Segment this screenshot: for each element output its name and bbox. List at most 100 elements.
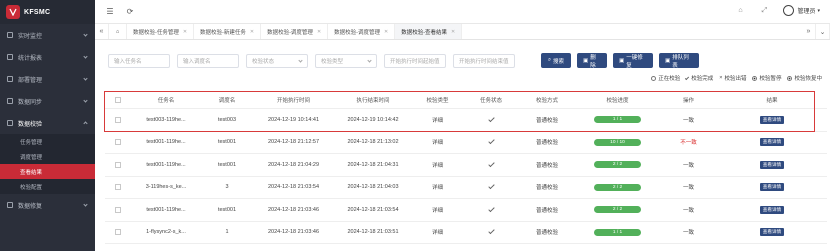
task-name-cell: 3-119hes-s_ke...	[145, 184, 187, 191]
user-menu[interactable]: 管理员 ▾	[783, 5, 820, 16]
table-row[interactable]: test001-119he... test001 2024-12-18 21:1…	[105, 132, 827, 154]
check-type-cell: 详细	[431, 230, 443, 237]
task-name-cell: test001-119he...	[146, 161, 186, 168]
close-icon[interactable]: ✕	[183, 29, 187, 35]
task-status-cell	[463, 138, 519, 146]
tab-task-manage[interactable]: 数据校验-任务管理 ✕	[127, 24, 195, 39]
task-status-cell	[463, 205, 519, 214]
fullscreen-icon[interactable]: ⤢	[759, 6, 769, 16]
repair-all-button[interactable]: ▣ 一键修复	[613, 53, 653, 69]
tag-icon[interactable]: ⌂	[735, 6, 745, 16]
view-details-button[interactable]: 查看详情	[759, 138, 785, 147]
checkbox-box	[115, 97, 121, 103]
view-details-button[interactable]: 查看详情	[759, 183, 785, 192]
sidebar-item-deploy[interactable]: 部署管理	[0, 68, 95, 90]
start-time-cell: 2024-12-18 21:03:54	[267, 184, 320, 191]
check-icon	[487, 183, 495, 190]
close-icon[interactable]: ✕	[317, 29, 321, 35]
sync-icon	[7, 98, 13, 104]
table-row[interactable]: test003-119he... test003 2024-12-19 10:1…	[105, 109, 827, 132]
legend-item: × 校验出错	[719, 74, 746, 82]
operation-cell: 一致	[682, 185, 694, 192]
start-time-cell: 2024-12-19 10:14:41	[267, 116, 320, 123]
end-time-cell: 2024-12-18 21:04:31	[347, 161, 399, 168]
tabs-scroll-right-icon[interactable]: »	[802, 24, 816, 39]
column-header: 任务状态	[479, 98, 502, 104]
tab-results[interactable]: 数据校验-查看结果 ✕	[395, 24, 463, 39]
operation-cell: 一致	[682, 207, 694, 214]
home-icon[interactable]: ⌂	[109, 24, 127, 39]
sidebar-subitem-schedule[interactable]: 调度管理	[0, 149, 95, 164]
row-checkbox[interactable]	[105, 161, 131, 168]
tab-schedule-1[interactable]: 数据校验-调度管理 ✕	[261, 24, 329, 39]
list-icon: ▣	[665, 57, 671, 64]
start-time-to-input[interactable]: 开始执行时间结束值	[453, 54, 515, 68]
result-cell: 查看详情	[717, 160, 827, 169]
checkbox-box	[115, 229, 121, 236]
sidebar-item-verify[interactable]: 数据校验	[0, 112, 95, 134]
sidebar-item-reports[interactable]: 统计报表	[0, 46, 95, 68]
sidebar-item-label: 数据同步	[18, 99, 43, 106]
legend-item: 校验恢复中	[787, 74, 822, 82]
view-details-button[interactable]: 查看详情	[759, 160, 785, 169]
results-table: 任务名 调度名 开始执行时间 执行结束时间 校验类型 任务状态 校验方式 校验进…	[105, 92, 827, 244]
sidebar-item-label: 部署管理	[18, 77, 43, 84]
tabs-scroll-left-icon[interactable]: «	[95, 24, 109, 39]
sidebar-subitem-results[interactable]: 查看结果	[0, 164, 95, 179]
select-all-checkbox[interactable]	[105, 97, 131, 103]
schedule-name-cell: test001	[217, 161, 237, 168]
table-row[interactable]: 3-119hes-s_ke... 3 2024-12-18 21:03:54 2…	[105, 177, 827, 199]
sidebar-subitem-tasks[interactable]: 任务管理	[0, 134, 95, 149]
check-type-select[interactable]: 校验类型	[315, 54, 377, 68]
tab-label: 数据校验-查看结果	[401, 29, 448, 36]
chevron-down-icon	[83, 54, 88, 59]
task-name-input[interactable]: 输入任务名	[108, 54, 170, 68]
column-header: 任务名	[157, 98, 175, 104]
search-button[interactable]: ⌕ 搜索	[541, 53, 571, 68]
tab-new-task[interactable]: 数据校验-新建任务 ✕	[194, 24, 262, 39]
progress-cell: 1 / 1	[575, 228, 660, 236]
start-time-cell: 2024-12-18 21:03:46	[267, 229, 320, 236]
end-time-cell: 2024-12-18 21:03:54	[347, 206, 399, 213]
row-checkbox[interactable]	[105, 116, 131, 123]
sidebar-item-repair[interactable]: 数据修复	[0, 194, 95, 216]
sidebar-item-label: 数据校验	[18, 121, 43, 128]
chevron-down-icon	[83, 76, 88, 81]
check-icon	[487, 228, 495, 235]
refresh-icon[interactable]: ⟳	[125, 7, 135, 17]
table-row[interactable]: test001-119he... test001 2024-12-18 21:0…	[105, 154, 827, 177]
sidebar-item-monitor[interactable]: 实时监控	[0, 24, 95, 46]
table-row[interactable]: test001-119he... test001 2024-12-18 21:0…	[105, 199, 827, 222]
queue-list-button[interactable]: ▣ 排队列表	[659, 53, 699, 69]
start-time-from-input[interactable]: 开始执行时间起始值	[384, 54, 446, 68]
check-status-select[interactable]: 校验状态	[246, 54, 308, 68]
view-details-button[interactable]: 查看详情	[759, 115, 785, 124]
menu-icon[interactable]: ☰	[105, 7, 115, 17]
chevron-down-icon	[83, 32, 88, 37]
sidebar-item-sync[interactable]: 数据同步	[0, 90, 95, 112]
close-icon[interactable]: ✕	[384, 29, 388, 35]
close-icon[interactable]: ✕	[451, 29, 455, 35]
view-details-button[interactable]: 查看详情	[759, 205, 785, 214]
row-checkbox[interactable]	[105, 229, 131, 236]
close-icon[interactable]: ✕	[250, 29, 254, 35]
schedule-name-cell: test001	[217, 206, 237, 213]
sidebar-subitem-config[interactable]: 校验配置	[0, 179, 95, 194]
row-checkbox[interactable]	[105, 184, 131, 191]
table-row[interactable]: 1-flysync2-s_k... 1 2024-12-18 21:03:46 …	[105, 222, 827, 244]
avatar	[783, 5, 795, 16]
tabs-menu-icon[interactable]: ⌄	[816, 24, 830, 39]
report-icon	[7, 54, 13, 60]
row-checkbox[interactable]	[105, 206, 131, 213]
legend-label: 校验完成	[691, 76, 714, 82]
view-details-button[interactable]: 查看详情	[759, 228, 785, 237]
logo: KFSMC	[0, 0, 95, 24]
schedule-name-cell: test001	[217, 139, 237, 146]
button-label: 排队列表	[672, 54, 689, 69]
delete-button[interactable]: ▣ 删除	[577, 53, 607, 69]
wrench-icon: ▣	[619, 57, 625, 64]
logo-icon	[6, 5, 20, 19]
schedule-name-input[interactable]: 输入调度名	[177, 54, 239, 68]
tab-schedule-2[interactable]: 数据校验-调度管理 ✕	[328, 24, 396, 39]
row-checkbox[interactable]	[105, 139, 131, 146]
